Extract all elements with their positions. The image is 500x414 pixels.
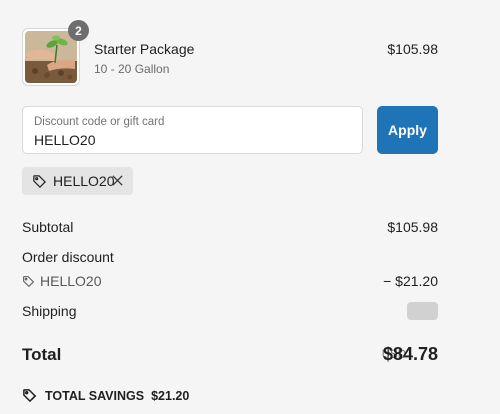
subtotal-row: Subtotal $105.98 — [22, 219, 438, 235]
close-icon[interactable] — [111, 174, 124, 187]
total-value: $84.78 — [382, 344, 438, 364]
order-discount-row: Order discount — [22, 249, 438, 265]
product-price: $105.98 — [387, 41, 438, 57]
discount-code-field[interactable]: Discount code or gift card HELLO20 — [22, 106, 363, 154]
savings-label: TOTAL SAVINGS — [45, 388, 145, 403]
tag-icon — [23, 275, 35, 287]
shipping-label: Shipping — [22, 303, 77, 319]
subtotal-label: Subtotal — [22, 219, 74, 235]
product-name: Starter Package — [94, 41, 195, 57]
discount-value: − $21.20 — [383, 273, 438, 289]
applied-discount-code: HELLO20 — [53, 173, 115, 189]
quantity-badge: 2 — [68, 20, 89, 41]
savings-value: $21.20 — [151, 388, 190, 403]
order-discount-label: Order discount — [22, 249, 114, 265]
plant-seedling-photo — [25, 31, 77, 83]
apply-button[interactable]: Apply — [377, 106, 438, 154]
product-thumbnail: 2 — [22, 20, 89, 86]
line-item: 2 Starter Package 10 - 20 Gallon $105.98 — [22, 20, 438, 86]
discount-field-label: Discount code or gift card — [34, 116, 165, 128]
product-variant: 10 - 20 Gallon — [94, 62, 170, 76]
tag-icon — [33, 174, 46, 188]
shipping-row: Shipping — [22, 302, 438, 320]
subtotal-value: $105.98 — [387, 219, 438, 235]
total-label: Total — [22, 345, 62, 364]
discount-code-label: HELLO20 — [22, 273, 438, 289]
shipping-value-placeholder — [407, 302, 438, 320]
discount-code-text: HELLO20 — [40, 273, 102, 289]
applied-discount-chip: HELLO20 — [22, 167, 133, 195]
tag-icon — [23, 389, 37, 403]
discount-field-value[interactable]: HELLO20 — [34, 132, 95, 148]
discount-detail-row: HELLO20 − $21.20 — [22, 273, 438, 289]
total-savings: TOTAL SAVINGS $21.20 — [22, 388, 189, 403]
checkout-order-summary: { "product": { "quantity": "2", "name": … — [0, 0, 500, 414]
